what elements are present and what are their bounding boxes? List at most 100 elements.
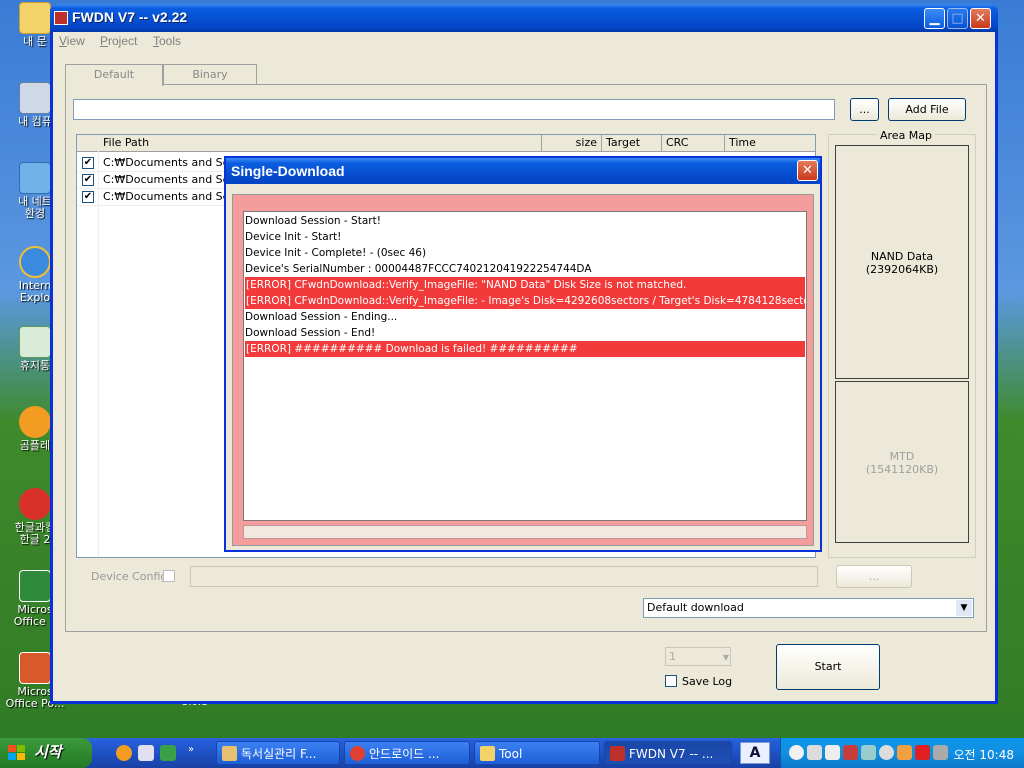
column-header-time[interactable]: Time — [725, 135, 815, 152]
chevron-down-icon[interactable]: ▼ — [956, 600, 972, 616]
column-header-check — [77, 135, 99, 152]
row-file-path: C:₩Documents and Setti — [103, 190, 242, 203]
start-button[interactable]: 시작 — [0, 738, 92, 768]
chevron-down-icon[interactable]: ▼ — [723, 649, 729, 666]
row-checkbox[interactable]: ✔ — [82, 157, 94, 169]
menu-project[interactable]: Project — [100, 34, 137, 48]
taskbar-item[interactable]: 독서실관리 F... — [216, 741, 340, 765]
desktop-icon-label: 내 네트 환경 — [18, 195, 52, 220]
browse-button[interactable]: ... — [850, 98, 879, 121]
maximize-button[interactable]: □ — [947, 8, 968, 29]
download-mode-select[interactable]: Default download ▼ — [643, 598, 974, 618]
area-map-title: Area Map — [877, 129, 936, 142]
taskbar-item[interactable]: 안드로이드 ... — [344, 741, 470, 765]
system-tray: 오전 10:48 — [780, 738, 1024, 768]
count-spinner[interactable]: 1 ▼ — [665, 647, 731, 666]
tray-monitor-icon[interactable] — [825, 745, 840, 760]
chrome-icon — [350, 746, 365, 761]
language-indicator[interactable]: A — [740, 742, 770, 764]
column-header-crc[interactable]: CRC — [662, 135, 725, 152]
log-line-error: [ERROR] CFwdnDownload::Verify_ImageFile:… — [245, 277, 805, 293]
save-log-label: Save Log — [682, 675, 733, 688]
dialog-body: Download Session - Start! Device Init - … — [232, 194, 814, 546]
dialog-title: Single-Download — [231, 163, 345, 179]
app-icon — [222, 746, 237, 761]
tray-security-icon[interactable] — [843, 745, 858, 760]
log-line: Download Session - End! — [245, 327, 376, 339]
windows-logo-icon — [8, 745, 25, 760]
row-file-path: C:₩Documents and Setti — [103, 156, 242, 169]
column-header-size[interactable]: size — [542, 135, 602, 152]
taskbar-item-label: FWDN V7 -- ... — [629, 747, 714, 761]
device-config-input[interactable] — [190, 566, 818, 587]
area-map-group: Area Map NAND Data (2392064KB) MTD (1541… — [828, 129, 976, 558]
minimize-button[interactable]: ▁ — [924, 8, 945, 29]
desktop-icon-label: 내 컴퓨 — [18, 115, 52, 128]
dialog-titlebar[interactable]: Single-Download — [226, 158, 820, 184]
progress-bar — [243, 525, 807, 539]
folder-icon — [480, 746, 495, 761]
start-label: 시작 — [34, 744, 62, 761]
tray-alert-icon[interactable] — [915, 745, 930, 760]
log-line: Device Init - Complete! - (0sec 46) — [245, 247, 427, 259]
clock[interactable]: 오전 10:48 — [954, 746, 1014, 763]
download-log[interactable]: Download Session - Start! Device Init - … — [243, 211, 807, 521]
taskbar-item-label: Tool — [499, 747, 523, 761]
row-checkbox[interactable]: ✔ — [82, 174, 94, 186]
device-config-checkbox[interactable] — [163, 570, 175, 582]
gom-quicklaunch-icon[interactable] — [116, 745, 132, 761]
app-quicklaunch-icon[interactable] — [160, 745, 176, 761]
close-icon: ✕ — [802, 163, 813, 178]
tab-binary[interactable]: Binary — [163, 64, 257, 85]
log-line: Download Session - Start! — [245, 215, 381, 227]
quicklaunch-expand-icon[interactable]: » — [188, 744, 194, 755]
area-block-size: (2392064KB) — [865, 263, 939, 276]
log-line: Device's SerialNumber : 00004487FCCC7402… — [245, 263, 592, 275]
dialog-close-button[interactable]: ✕ — [797, 160, 818, 181]
taskbar-item[interactable]: Tool — [474, 741, 600, 765]
tray-app-icon[interactable] — [789, 745, 804, 760]
taskbar-item-label: 독서실관리 F... — [241, 747, 317, 761]
save-log-checkbox[interactable] — [665, 675, 677, 687]
taskbar-item-label: 안드로이드 ... — [369, 747, 440, 761]
desktop-icon-label: 곰플레 — [19, 439, 51, 452]
volume-icon[interactable] — [879, 745, 894, 760]
tray-disk-icon[interactable] — [861, 745, 876, 760]
window-titlebar[interactable]: FWDN V7 -- v2.22 ▁ □ ✕ — [50, 4, 998, 32]
menubar: View Project Tools — [53, 32, 995, 52]
close-icon: ✕ — [975, 11, 986, 26]
desktop-icon-label: 내 문 — [23, 35, 47, 48]
device-config-browse-button[interactable]: ... — [836, 565, 912, 588]
area-block-name: NAND Data — [870, 250, 934, 263]
log-line: Download Session - Ending... — [245, 311, 398, 323]
tray-device-icon[interactable] — [933, 745, 948, 760]
column-header-target[interactable]: Target — [602, 135, 662, 152]
close-button[interactable]: ✕ — [970, 8, 991, 29]
tab-default[interactable]: Default — [65, 64, 163, 86]
area-block-name: MTD — [889, 450, 915, 463]
row-checkbox[interactable]: ✔ — [82, 191, 94, 203]
area-block-mtd[interactable]: MTD (1541120KB) — [835, 381, 969, 543]
count-value: 1 — [669, 650, 676, 663]
app-icon — [610, 746, 625, 761]
area-block-nand-data[interactable]: NAND Data (2392064KB) — [835, 145, 969, 379]
window-title: FWDN V7 -- v2.22 — [72, 9, 188, 25]
add-file-button[interactable]: Add File — [888, 98, 966, 121]
start-button[interactable]: Start — [776, 644, 880, 690]
desktop-icon-label: Intern Explo — [18, 279, 52, 304]
menu-tools[interactable]: Tools — [153, 34, 181, 48]
explorer-quicklaunch-icon[interactable] — [138, 745, 154, 761]
maximize-icon: □ — [951, 11, 964, 26]
single-download-dialog: Single-Download ✕ Download Session - Sta… — [224, 156, 822, 552]
column-header-file-path[interactable]: File Path — [99, 135, 542, 152]
device-config-label: Device Config — [91, 570, 168, 583]
app-icon — [54, 11, 68, 25]
log-line: Device Init - Start! — [245, 231, 342, 243]
taskbar-item[interactable]: FWDN V7 -- ... — [604, 741, 732, 765]
tray-network-icon[interactable] — [807, 745, 822, 760]
log-line-error: [ERROR] CFwdnDownload::Verify_ImageFile:… — [245, 293, 805, 309]
file-path-input[interactable] — [73, 99, 835, 120]
tray-update-icon[interactable] — [897, 745, 912, 760]
menu-view[interactable]: View — [59, 34, 85, 48]
minimize-icon: ▁ — [929, 11, 940, 26]
